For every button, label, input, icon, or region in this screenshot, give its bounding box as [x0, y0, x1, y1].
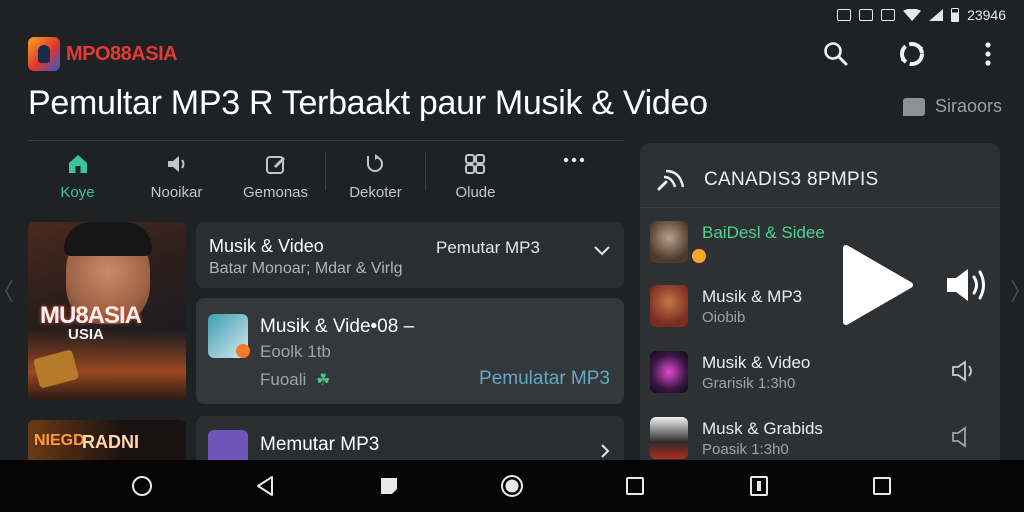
track-subtitle: Grarisik 1:3h0: [702, 375, 796, 392]
status-bar: 23946: [837, 4, 1006, 26]
broadcast-icon: [657, 169, 685, 191]
card-right-label: Pemutar MP3: [436, 238, 540, 257]
chevron-right-icon: [601, 444, 610, 458]
card-subtitle: Eoolk 1tb: [260, 342, 331, 361]
tab-label: Gemonas: [242, 184, 309, 201]
home-icon: [68, 155, 87, 173]
track-title: Musk & Grabids: [702, 419, 823, 438]
thumbnail-caption-left: NIEGD: [34, 432, 85, 449]
tab-label: Dekoter: [349, 184, 402, 201]
thumbnail-caption-2: USIA: [68, 326, 104, 343]
open-player-link[interactable]: Pemulatar MP3: [479, 368, 610, 390]
tab-label: Nooikar: [150, 184, 203, 201]
tab-label: Koye: [60, 184, 95, 201]
comment-icon: [902, 97, 925, 116]
tab-refresh[interactable]: Dekoter: [326, 148, 425, 201]
chevron-right-icon[interactable]: [1010, 278, 1020, 304]
album-art-icon: [208, 430, 248, 460]
featured-thumbnail[interactable]: MU8ASIA USIA: [28, 222, 186, 400]
system-navigation-bar: [0, 460, 1024, 512]
album-art: [650, 417, 688, 459]
tab-bar: Koye Nooikar Gemonas Dekoter Olude: [28, 148, 624, 210]
vibrate-icon: [837, 9, 852, 21]
secondary-thumbnail[interactable]: NIEGD RADNI: [28, 420, 186, 460]
tab-guide[interactable]: Olude: [426, 148, 525, 201]
chevron-down-icon: [594, 246, 610, 256]
divider: [28, 140, 624, 141]
track-title: BaiDesl & Sidee: [702, 223, 825, 242]
media-card[interactable]: Musik & Vide•08 – Eoolk 1tb Fuoali ☘ Pem…: [196, 298, 624, 404]
media-card[interactable]: Memutar MP3: [196, 416, 624, 460]
tab-more[interactable]: [525, 148, 624, 176]
card-subtitle: Batar Monoar; Mdar & Virlg: [209, 260, 403, 277]
album-art: [650, 221, 688, 263]
playlist-row[interactable]: Musik & Video Grarisik 1:3h0: [650, 351, 990, 409]
square-icon[interactable]: [869, 473, 895, 499]
wifi-icon: [903, 9, 922, 21]
panel-title: CANADIS3 8PMPIS: [704, 169, 879, 190]
screenshot-icon: [881, 9, 896, 21]
app-logo-icon: [28, 37, 60, 71]
card-title: Memutar MP3: [260, 434, 380, 455]
album-art: [650, 351, 688, 393]
track-title: Musik & MP3: [702, 287, 803, 306]
panel-header: CANADIS3 8PMPIS: [656, 167, 879, 193]
leaf-icon: ☘: [316, 372, 331, 389]
edit-box-icon: [265, 156, 285, 174]
playlist-row[interactable]: BaiDesl & Sidee: [650, 221, 990, 279]
playlist-row[interactable]: Musik & MP3 Oiobib: [650, 285, 990, 343]
page-title: Pemultar MP3 R Terbaakt paur Musik & Vid…: [28, 84, 708, 122]
search-icon[interactable]: [822, 40, 850, 68]
signal-icon: [929, 9, 944, 21]
album-art: [650, 285, 688, 327]
sort-link[interactable]: Siraoors: [902, 96, 1002, 117]
back-icon[interactable]: [252, 473, 278, 499]
bluetooth-icon: [859, 9, 874, 21]
top-actions: [822, 40, 1002, 68]
track-title: Musik & Video: [702, 353, 811, 372]
refresh-icon: [367, 154, 384, 172]
track-subtitle: Poasik 1:3h0: [702, 441, 789, 458]
split-screen-icon[interactable]: [746, 473, 772, 499]
category-dropdown[interactable]: Musik & Video Batar Monoar; Mdar & Virlg…: [196, 222, 624, 288]
play-icon[interactable]: [842, 244, 914, 326]
badge-icon: [236, 344, 250, 358]
brand-name: MPO88ASIA: [66, 42, 178, 65]
home-button-icon[interactable]: [499, 473, 525, 499]
circle-icon[interactable]: [129, 473, 155, 499]
tab-label: Olude: [455, 184, 496, 201]
artist-hair: [64, 222, 152, 256]
more-horizontal-icon: [564, 157, 585, 163]
brand[interactable]: MPO88ASIA: [28, 36, 178, 72]
sort-label: Siraoors: [934, 96, 1002, 116]
more-vertical-icon[interactable]: [974, 40, 1002, 68]
chevron-left-icon[interactable]: [4, 278, 14, 304]
recents-icon[interactable]: [622, 473, 648, 499]
tab-edit[interactable]: Gemonas: [226, 148, 325, 201]
thumbnail-caption: RADNI: [82, 432, 139, 452]
note-icon[interactable]: [376, 473, 402, 499]
card-meta: Fuoali: [260, 370, 307, 389]
grid-icon: [465, 154, 486, 174]
volume-icon[interactable]: [950, 425, 978, 449]
volume-icon: [167, 156, 184, 172]
tab-home[interactable]: Koye: [28, 148, 127, 201]
battery-icon: [951, 8, 960, 22]
status-time: 23946: [967, 7, 1006, 23]
sync-icon[interactable]: [898, 40, 926, 68]
volume-icon[interactable]: [950, 359, 978, 383]
badge-icon: [690, 247, 708, 265]
divider: [640, 207, 1000, 208]
speaker-icon[interactable]: [944, 266, 990, 304]
card-title: Musik & Vide•08 –: [260, 316, 415, 337]
track-subtitle: Oiobib: [702, 309, 746, 326]
tab-sound[interactable]: Nooikar: [127, 148, 226, 201]
card-title: Musik & Video: [209, 236, 324, 256]
